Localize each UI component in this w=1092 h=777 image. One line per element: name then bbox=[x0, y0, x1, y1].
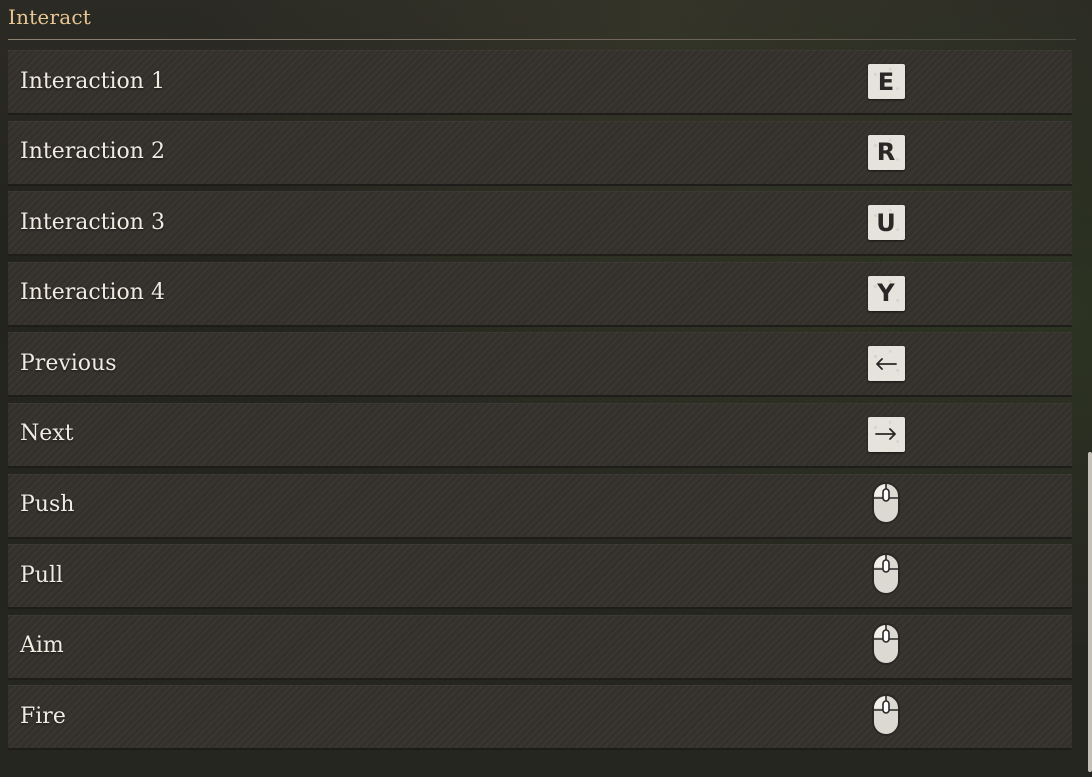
section-header: Interact bbox=[0, 0, 1076, 40]
binding-row[interactable]: Next bbox=[8, 402, 1072, 468]
binding-label: Pull bbox=[20, 562, 64, 588]
key-binding-button[interactable] bbox=[866, 623, 906, 666]
section-title: Interact bbox=[8, 5, 91, 29]
binding-row[interactable]: Previous bbox=[8, 332, 1072, 398]
binding-label: Previous bbox=[20, 350, 117, 376]
binding-label: Interaction 3 bbox=[20, 209, 165, 235]
key-binding-button[interactable]: Y bbox=[866, 273, 906, 313]
key-binding-button[interactable]: R bbox=[866, 132, 906, 172]
key-binding-button[interactable]: E bbox=[866, 62, 906, 102]
binding-row[interactable]: Interaction 2 R bbox=[8, 120, 1072, 186]
binding-label: Next bbox=[20, 421, 74, 447]
binding-row[interactable]: Interaction 3 U bbox=[8, 191, 1072, 257]
arrow-right-key-icon bbox=[867, 416, 905, 452]
arrow-left-key-icon bbox=[867, 346, 905, 382]
binding-row[interactable]: Interaction 1 E bbox=[8, 50, 1072, 115]
binding-label: Fire bbox=[20, 703, 66, 729]
key-binding-button[interactable] bbox=[866, 693, 906, 737]
key-y-icon: Y bbox=[867, 275, 905, 311]
key-binding-button[interactable] bbox=[866, 482, 906, 525]
key-binding-button[interactable] bbox=[866, 344, 906, 384]
scrollbar[interactable] bbox=[1088, 452, 1092, 772]
key-e-icon: E bbox=[867, 64, 905, 99]
binding-label: Interaction 1 bbox=[20, 68, 165, 94]
key-binding-button[interactable] bbox=[866, 552, 906, 596]
mouse-icon bbox=[870, 481, 902, 529]
key-r-icon: R bbox=[867, 134, 905, 170]
section-divider bbox=[8, 39, 1076, 40]
mouse-icon bbox=[870, 622, 902, 670]
binding-row[interactable]: Push bbox=[8, 473, 1072, 539]
binding-row[interactable]: Interaction 4 Y bbox=[8, 261, 1072, 327]
binding-list: Interaction 1 E Interaction 2 R Interaction … bbox=[8, 50, 1072, 756]
mouse-icon bbox=[870, 693, 902, 741]
key-binding-button[interactable]: U bbox=[866, 203, 906, 243]
binding-label: Interaction 2 bbox=[20, 139, 165, 165]
binding-label: Interaction 4 bbox=[20, 280, 165, 306]
binding-row[interactable]: Fire bbox=[8, 685, 1072, 751]
binding-row[interactable]: Aim bbox=[8, 614, 1072, 680]
mouse-icon bbox=[870, 552, 902, 600]
key-binding-button[interactable] bbox=[866, 414, 906, 454]
binding-label: Push bbox=[20, 492, 75, 518]
key-u-icon: U bbox=[867, 205, 905, 241]
binding-row[interactable]: Pull bbox=[8, 544, 1072, 610]
binding-label: Aim bbox=[20, 633, 64, 659]
